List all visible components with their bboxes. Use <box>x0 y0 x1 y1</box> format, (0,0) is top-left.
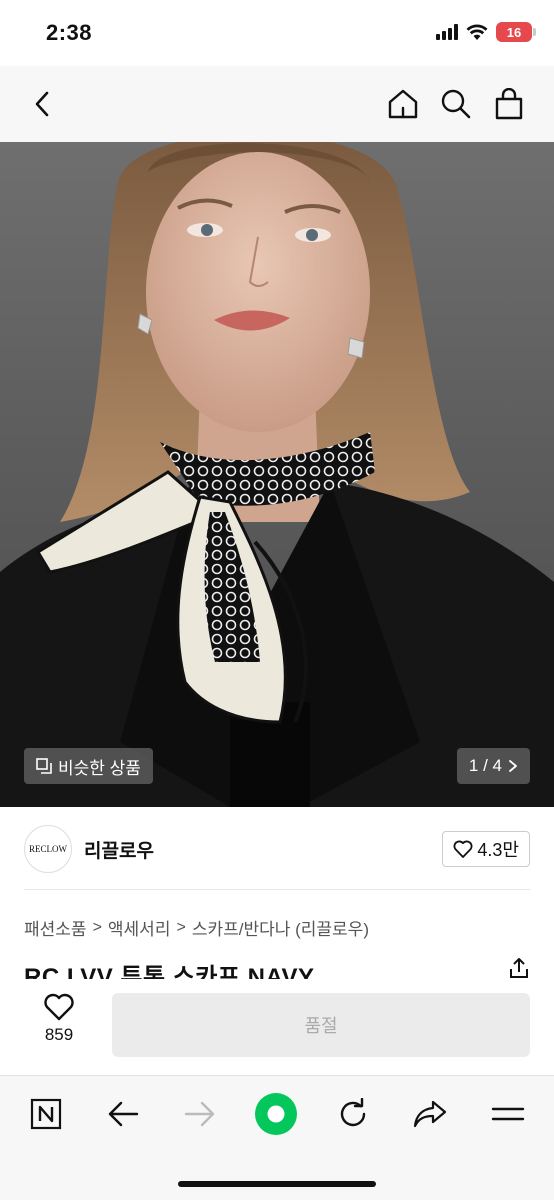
seller-row: RECLOW 리끌로우 4.3만 <box>0 807 554 891</box>
breadcrumb-item[interactable]: 액세서리 <box>108 915 171 940</box>
product-title-row: RC LVV 투톤 스카프 NAVY <box>0 955 554 979</box>
refresh-button[interactable] <box>331 1092 375 1136</box>
back-button[interactable] <box>22 84 62 124</box>
chevron-right-icon <box>509 760 517 772</box>
naver-home-button[interactable] <box>24 1092 68 1136</box>
home-indicator <box>178 1181 376 1187</box>
share-icon[interactable] <box>508 957 530 979</box>
similar-icon <box>36 758 52 774</box>
home-button[interactable] <box>383 84 423 124</box>
similar-products-button[interactable]: 비슷한 상품 <box>24 748 153 784</box>
status-icons: 16 <box>436 22 536 42</box>
green-dot-icon <box>255 1093 297 1135</box>
green-dot-button[interactable] <box>254 1092 298 1136</box>
store-like-count: 4.3만 <box>477 840 519 860</box>
share-page-button[interactable] <box>408 1092 452 1136</box>
heart-icon <box>44 993 74 1021</box>
product-image[interactable]: 비슷한 상품 1 / 4 <box>0 142 554 807</box>
browser-back-button[interactable] <box>101 1092 145 1136</box>
browser-forward-button[interactable] <box>178 1092 222 1136</box>
soldout-label: 품절 <box>304 1016 338 1036</box>
breadcrumb-item[interactable]: 패션소품 <box>24 915 87 940</box>
search-button[interactable] <box>436 84 476 124</box>
wish-count: 859 <box>44 1025 74 1044</box>
seller-name[interactable]: 리끌로우 <box>84 836 154 863</box>
menu-button[interactable] <box>486 1092 530 1136</box>
refresh-icon <box>340 1098 366 1127</box>
home-icon <box>388 89 418 119</box>
shopping-bag-icon <box>495 88 523 120</box>
seller-logo[interactable]: RECLOW <box>24 825 72 873</box>
wish-button[interactable]: 859 <box>24 993 94 1045</box>
similar-products-label: 비슷한 상품 <box>58 758 141 778</box>
page-counter-text: 1 / 4 <box>468 756 502 775</box>
chevron-left-icon <box>35 91 49 117</box>
seller-logo-text: RECLOW <box>29 844 67 854</box>
wifi-icon <box>466 24 488 40</box>
breadcrumb-separator-icon: > <box>176 918 186 936</box>
divider <box>24 889 530 890</box>
soldout-button[interactable]: 품절 <box>112 993 530 1057</box>
heart-icon <box>453 840 473 858</box>
naver-n-icon <box>30 1098 62 1130</box>
battery-level: 16 <box>506 24 522 40</box>
arrow-right-icon <box>184 1101 215 1127</box>
model-photo <box>0 142 554 807</box>
hamburger-menu-icon <box>491 1107 525 1121</box>
cellular-signal-icon <box>436 24 458 40</box>
cart-button[interactable] <box>489 84 529 124</box>
breadcrumb-item[interactable]: 스카프/반다나 (리끌로우) <box>192 915 369 940</box>
store-like-button[interactable]: 4.3만 <box>442 831 530 867</box>
status-time: 2:38 <box>46 20 93 45</box>
top-nav <box>0 66 554 142</box>
image-page-counter[interactable]: 1 / 4 <box>456 748 530 784</box>
arrow-left-icon <box>108 1101 139 1127</box>
purchase-bar: 859 품절 <box>0 979 554 1075</box>
battery-icon: 16 <box>496 22 536 42</box>
search-icon <box>441 89 471 119</box>
product-title: RC LVV 투톤 스카프 NAVY <box>24 964 315 979</box>
share-arrow-icon <box>413 1100 447 1128</box>
breadcrumb: 패션소품 > 액세서리 > 스카프/반다나 (리끌로우) <box>24 915 369 940</box>
breadcrumb-separator-icon: > <box>92 918 102 936</box>
status-bar: 2:38 16 <box>0 0 554 66</box>
